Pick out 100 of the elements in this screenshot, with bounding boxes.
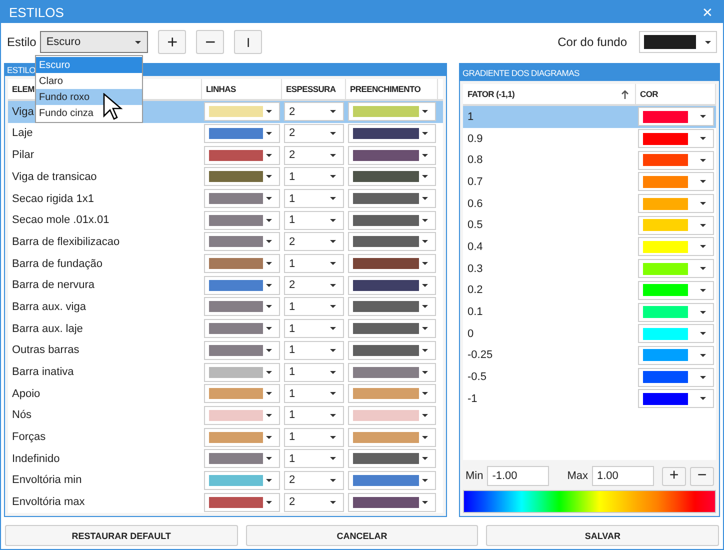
color-dropdown[interactable] [638,194,714,214]
fill-color-dropdown[interactable] [348,210,436,230]
thickness-dropdown[interactable]: 2 [284,492,344,512]
table-row[interactable]: Viga de transicao 1 [8,166,444,188]
fill-color-dropdown[interactable] [348,406,436,425]
table-row[interactable]: 0.6 [463,192,716,214]
table-row[interactable]: Barra aux. viga 1 [8,296,444,318]
table-row[interactable]: 0.3 [463,258,716,280]
column-header[interactable]: FATOR (-1,1) [463,84,636,104]
thickness-dropdown[interactable]: 2 [284,232,344,252]
dialog-button[interactable]: SALVAR [486,525,720,546]
table-row[interactable]: Barra de flexibilizacao 2 [8,231,444,253]
fill-color-dropdown[interactable] [348,254,436,274]
color-dropdown[interactable] [638,107,714,126]
line-color-dropdown[interactable] [204,210,280,230]
menu-item[interactable]: Fundo roxo [36,89,142,105]
line-color-dropdown[interactable] [204,319,280,338]
table-row[interactable]: -0.5 [463,366,716,388]
line-color-dropdown[interactable] [204,146,280,165]
fill-color-dropdown[interactable] [348,470,436,490]
dialog-button[interactable]: RESTAURAR DEFAULT [5,525,238,546]
line-color-dropdown[interactable] [204,254,280,274]
thickness-dropdown[interactable]: 1 [284,384,344,404]
thickness-dropdown[interactable]: 2 [284,124,344,143]
dialog-button[interactable]: CANCELAR [246,525,478,546]
column-header[interactable]: COR [636,84,716,104]
table-row[interactable]: Envoltória min 2 [8,470,444,492]
thickness-dropdown[interactable]: 1 [284,319,344,338]
table-row[interactable]: Nós 1 [8,404,444,426]
thickness-dropdown[interactable]: 2 [284,470,344,490]
fill-color-dropdown[interactable] [348,362,436,382]
fill-color-dropdown[interactable] [348,428,436,447]
table-row[interactable]: 0 [463,322,716,345]
thickness-dropdown[interactable]: 1 [284,340,344,360]
table-row[interactable]: 0.9 [463,128,716,150]
thickness-dropdown[interactable]: 1 [284,167,344,186]
remove-button[interactable]: − [196,30,224,54]
table-row[interactable]: -1 [463,388,716,410]
thickness-dropdown[interactable]: 1 [284,449,344,468]
line-color-dropdown[interactable] [204,276,280,295]
color-dropdown[interactable] [638,280,714,300]
table-row[interactable]: -0.25 [463,344,716,366]
line-color-dropdown[interactable] [204,492,280,512]
color-dropdown[interactable] [638,129,714,148]
table-row[interactable]: Laje 2 [8,122,444,144]
line-color-dropdown[interactable] [204,189,280,208]
fill-color-dropdown[interactable] [348,146,436,165]
column-header[interactable]: PREENCHIMENTO [346,78,438,99]
menu-item[interactable]: Claro [36,73,142,89]
color-dropdown[interactable] [638,389,714,408]
fill-color-dropdown[interactable] [348,297,436,316]
fill-color-dropdown[interactable] [348,340,436,360]
fill-color-dropdown[interactable] [348,124,436,143]
table-row[interactable]: Barra aux. laje 1 [8,318,444,340]
menu-item[interactable]: Escuro [36,57,142,73]
thickness-dropdown[interactable]: 1 [284,254,344,274]
thickness-dropdown[interactable]: 1 [284,406,344,425]
style-dropdown[interactable]: Escuro [40,31,148,53]
line-color-dropdown[interactable] [204,102,280,122]
min-input[interactable]: -1.00 [487,466,550,486]
fill-color-dropdown[interactable] [348,232,436,252]
menu-item[interactable]: Fundo cinza [36,105,142,121]
column-header[interactable]: LINHAS [202,78,282,99]
table-row[interactable]: Apoio 1 [8,382,444,405]
table-row[interactable]: 0.8 [463,149,716,172]
line-color-dropdown[interactable] [204,449,280,468]
add-button[interactable]: + [662,466,686,486]
table-row[interactable]: Pilar 2 [8,144,444,166]
table-row[interactable]: Barra de nervura 2 [8,274,444,296]
line-color-dropdown[interactable] [204,428,280,447]
table-row[interactable]: 1 [463,106,716,128]
line-color-dropdown[interactable] [204,362,280,382]
color-dropdown[interactable] [638,302,714,322]
add-button[interactable]: + [158,30,186,54]
fill-color-dropdown[interactable] [348,167,436,186]
fill-color-dropdown[interactable] [348,276,436,295]
color-dropdown[interactable] [638,259,714,278]
fill-color-dropdown[interactable] [348,449,436,468]
color-dropdown[interactable] [638,346,714,365]
line-color-dropdown[interactable] [204,340,280,360]
max-input[interactable]: 1.00 [592,466,654,486]
thickness-dropdown[interactable]: 1 [284,189,344,208]
thickness-dropdown[interactable]: 2 [284,102,344,122]
table-row[interactable]: Forças 1 [8,426,444,448]
remove-button[interactable]: − [690,466,714,486]
line-color-dropdown[interactable] [204,406,280,425]
color-dropdown[interactable] [638,237,714,256]
fill-color-dropdown[interactable] [348,319,436,338]
color-dropdown[interactable] [638,324,714,344]
fill-color-dropdown[interactable] [348,384,436,404]
line-color-dropdown[interactable] [204,232,280,252]
table-row[interactable]: Barra inativa 1 [8,361,444,383]
color-dropdown[interactable] [638,150,714,170]
thickness-dropdown[interactable]: 1 [284,428,344,447]
table-row[interactable]: 0.5 [463,214,716,236]
line-color-dropdown[interactable] [204,124,280,143]
fill-color-dropdown[interactable] [348,189,436,208]
thickness-dropdown[interactable]: 2 [284,146,344,165]
color-dropdown[interactable] [638,172,714,192]
thickness-dropdown[interactable]: 2 [284,276,344,295]
